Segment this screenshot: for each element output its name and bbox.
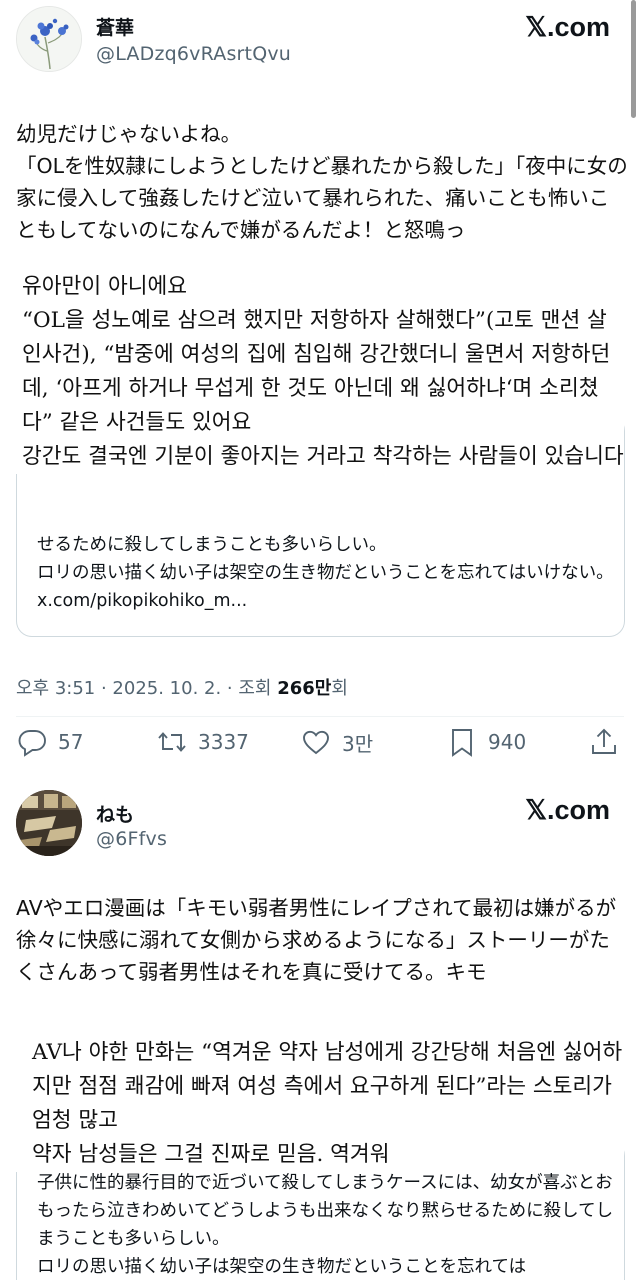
post-body-japanese: 幼児だけじゃないよね。 「OLを性奴隷にしようとしたけど暴れたから殺した」「夜中… bbox=[16, 122, 628, 242]
korean-translation-overlay: AV나 야한 만화는 “역겨운 약자 남성에게 강간당해 처음엔 싫어하지만 점… bbox=[12, 1036, 624, 1172]
share-icon bbox=[592, 728, 616, 754]
display-name[interactable]: 蒼華 bbox=[96, 13, 134, 40]
reply-count: 57 bbox=[58, 730, 84, 754]
room-avatar-image bbox=[16, 790, 82, 856]
action-bar: 57 3337 3만 940 bbox=[0, 722, 640, 766]
quoted-post-text: せるために殺してしまうことも多いらしい。 ロリの思い描く幼い子は架空の生き物だと… bbox=[37, 535, 614, 611]
view-unit: 회 bbox=[331, 678, 348, 699]
post-1: 蒼華 @LADzq6vRAsrtQvu 𝕏.com 幼児だけじゃないよね。 「O… bbox=[0, 0, 640, 790]
bookmark-button[interactable]: 940 bbox=[446, 722, 526, 762]
avatar[interactable] bbox=[16, 6, 82, 72]
reply-icon bbox=[18, 730, 46, 757]
user-handle[interactable]: @6Ffvs bbox=[96, 828, 167, 850]
post-separator bbox=[0, 776, 640, 790]
retweet-icon bbox=[158, 732, 186, 752]
flower-avatar-image bbox=[17, 7, 81, 71]
display-name[interactable]: ねも bbox=[96, 800, 134, 827]
post-body-japanese: AVやエロ漫画は「キモい弱者男性にレイプされて最初は嫌がるが徐々に快感に溺れて女… bbox=[16, 896, 617, 984]
source-badge-label: 𝕏.com bbox=[525, 12, 610, 42]
bookmark-count: 940 bbox=[488, 730, 527, 754]
heart-icon bbox=[303, 730, 329, 755]
view-count: 266만 bbox=[277, 678, 332, 699]
korean-translation-overlay: 유아만이 아니에요 “OL을 성노예로 삼으려 했지만 저항하자 살해했다”(고… bbox=[12, 270, 624, 474]
x-source-badge: 𝕏.com bbox=[525, 12, 610, 43]
reply-button[interactable]: 57 bbox=[16, 722, 83, 762]
scrollbar[interactable] bbox=[631, 0, 636, 118]
post-timestamp[interactable]: 오후 3:51 · 2025. 10. 2. · 조회 bbox=[16, 678, 277, 699]
retweet-count: 3337 bbox=[198, 730, 249, 754]
like-count: 3만 bbox=[342, 731, 374, 756]
retweet-button[interactable]: 3337 bbox=[156, 722, 249, 762]
screenshot-page: 蒼華 @LADzq6vRAsrtQvu 𝕏.com 幼児だけじゃないよね。 「O… bbox=[0, 0, 640, 1280]
quoted-post-text: 子供に性的暴行目的で近づいて殺してしまうケースには、幼女が喜ぶとおもったら泣きわ… bbox=[37, 1173, 614, 1277]
source-badge-label: 𝕏.com bbox=[525, 795, 610, 825]
post-meta: 오후 3:51 · 2025. 10. 2. · 조회 266만회 bbox=[16, 674, 348, 700]
avatar[interactable] bbox=[16, 790, 82, 856]
like-button[interactable]: 3만 bbox=[300, 722, 373, 762]
post-2: ねも @6Ffvs 𝕏.com AVやエロ漫画は「キモい弱者男性にレイプされて最… bbox=[0, 790, 640, 1280]
bookmark-icon bbox=[452, 729, 472, 757]
share-button[interactable] bbox=[588, 722, 630, 762]
x-source-badge: 𝕏.com bbox=[525, 795, 610, 826]
user-handle[interactable]: @LADzq6vRAsrtQvu bbox=[96, 43, 291, 65]
divider bbox=[16, 716, 624, 717]
